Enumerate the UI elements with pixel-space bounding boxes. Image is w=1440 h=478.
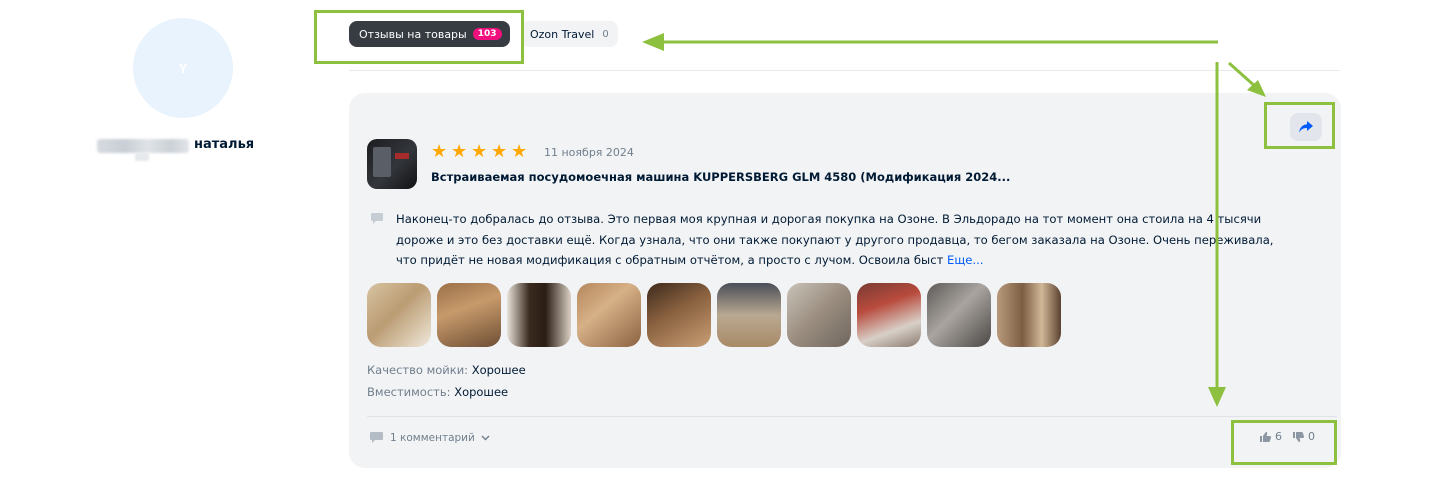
annotation-arrows: [642, 33, 1266, 407]
